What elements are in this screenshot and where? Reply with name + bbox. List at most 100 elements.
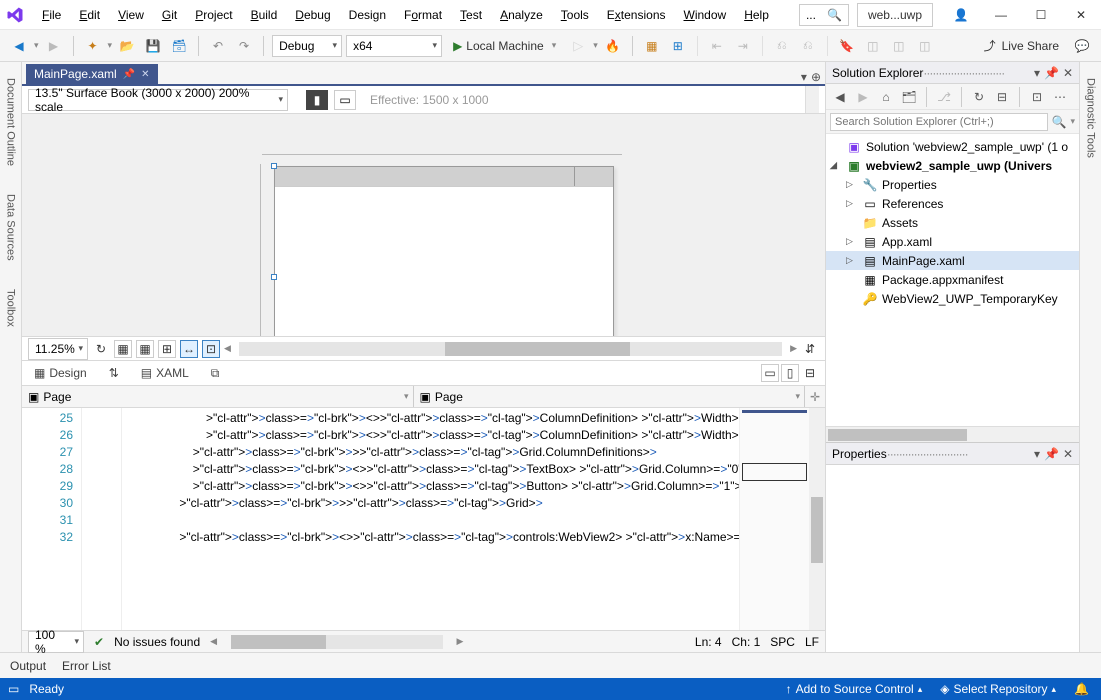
se-collapse-icon[interactable]: ⊟ [992,87,1012,107]
quick-launch-search[interactable]: ... 🔍 [799,4,849,26]
solution-explorer-header[interactable]: Solution Explorer ······················… [826,62,1079,84]
feedback-button[interactable]: 💬 [1071,35,1093,57]
indent-right-button[interactable]: ⇥ [732,35,754,57]
config-combo[interactable]: Debug [272,35,342,57]
comment-button[interactable]: ⎌ [771,35,793,57]
se-more-icon[interactable]: ⋯ [1050,87,1070,107]
menu-help[interactable]: Help [736,4,777,26]
zoom-combo[interactable]: 11.25% [28,338,88,360]
menu-edit[interactable]: Edit [71,4,108,26]
eol-indicator[interactable]: LF [805,635,819,649]
toolbox-button[interactable]: ▦ [641,35,663,57]
save-button[interactable]: 💾 [142,35,164,57]
select-repo-button[interactable]: ◈ Select Repository ▴ [936,682,1060,696]
menu-analyze[interactable]: Analyze [492,4,551,26]
maximize-button[interactable]: ☐ [1021,0,1061,30]
menu-debug[interactable]: Debug [287,4,338,26]
swap-tab[interactable]: ⇅ [103,363,125,383]
nav-back-button[interactable]: ◀ [8,35,30,57]
pin-icon[interactable]: 📌 [1044,447,1059,461]
se-home-icon[interactable]: ⌂ [876,87,896,107]
se-refresh-icon[interactable]: ↻ [969,87,989,107]
solution-tree[interactable]: ▣Solution 'webview2_sample_uwp' (1 o◢▣we… [826,134,1079,426]
minimize-button[interactable]: — [981,0,1021,30]
account-icon[interactable]: 👤 [941,0,981,30]
popout-tab[interactable]: ⧉ [205,363,226,384]
search-icon[interactable]: 🔍 [1048,115,1071,129]
code-nav-left[interactable]: ▣ Page [22,386,414,407]
code-editor[interactable]: 2526272829303132 >"cl-attr">>class>=>"cl… [22,408,825,630]
tab-overflow-button[interactable]: ▾ [801,70,807,84]
se-git-icon[interactable]: ⎇ [934,87,954,107]
uncomment-button[interactable]: ⎌ [797,35,819,57]
diagnostic-tools-tab[interactable]: Diagnostic Tools [1083,72,1099,164]
indent-left-button[interactable]: ⇤ [706,35,728,57]
line-indicator[interactable]: Ln: 4 [695,635,722,649]
nav-fwd-button[interactable]: ▶ [43,35,65,57]
grid2-icon[interactable]: ▦ [136,340,154,358]
tree-assets[interactable]: 📁Assets [826,213,1079,232]
designer-hscroll[interactable] [239,342,782,356]
menu-extensions[interactable]: Extensions [599,4,674,26]
code-hscroll[interactable] [231,635,442,649]
menu-project[interactable]: Project [187,4,240,26]
left-tab-data-sources[interactable]: Data Sources [3,188,19,267]
collapse-icon[interactable]: ⊟ [801,364,819,382]
menu-format[interactable]: Format [396,4,450,26]
menu-test[interactable]: Test [452,4,490,26]
menu-git[interactable]: Git [154,4,185,26]
close-icon[interactable]: ✕ [141,69,149,80]
design-tab[interactable]: ▦ Design [28,363,93,383]
solution-search-input[interactable] [830,113,1048,131]
menu-file[interactable]: File [34,4,69,26]
col-indicator[interactable]: Ch: 1 [732,635,761,649]
xaml-tab[interactable]: ▤ XAML [135,363,195,383]
properties-body[interactable] [826,465,1079,652]
left-tab-toolbox[interactable]: Toolbox [3,283,19,333]
menu-tools[interactable]: Tools [553,4,597,26]
p3-button[interactable]: ◫ [888,35,910,57]
redo-button[interactable]: ↷ [233,35,255,57]
design-surface[interactable] [22,114,825,336]
new-project-button[interactable]: ✦ [82,35,104,57]
bottom-tab-output[interactable]: Output [8,656,48,676]
bottom-tab-error-list[interactable]: Error List [60,656,113,676]
close-icon[interactable]: ✕ [1063,447,1073,461]
menu-build[interactable]: Build [243,4,286,26]
se-back-icon[interactable]: ◀ [830,87,850,107]
code-nav-split-icon[interactable]: ✛ [805,386,825,407]
indent-indicator[interactable]: SPC [770,635,795,649]
save-all-button[interactable]: 🗃 [168,35,190,57]
split-h-icon[interactable]: ▭ [761,364,779,382]
tab-add-button[interactable]: ⊕ [811,70,821,84]
device-combo[interactable]: 13.5" Surface Book (3000 x 2000) 200% sc… [28,89,288,111]
bookmark-button[interactable]: 🔖 [836,35,858,57]
snap-icon[interactable]: ⊞ [158,340,176,358]
p4-button[interactable]: ◫ [914,35,936,57]
code-lines[interactable]: >"cl-attr">>class>=>"cl-brk">><>>"cl-att… [122,408,739,630]
close-icon[interactable]: ✕ [1063,66,1073,80]
refresh-icon[interactable]: ↻ [92,340,110,358]
layout-button[interactable]: ⊞ [667,35,689,57]
tree-references[interactable]: ▷▭References [826,194,1079,213]
start-debug-button[interactable]: ▶ Local Machine ▾ [446,35,563,57]
tree-mainpage-xaml[interactable]: ▷▤MainPage.xaml [826,251,1079,270]
tree-app-xaml[interactable]: ▷▤App.xaml [826,232,1079,251]
platform-combo[interactable]: x64 [346,35,442,57]
notifications-button[interactable]: 🔔 [1070,682,1093,696]
code-zoom-combo[interactable]: 100 % [28,631,84,653]
left-tab-document-outline[interactable]: Document Outline [3,72,19,172]
pin-icon[interactable]: 📌 [123,69,135,80]
issues-label[interactable]: No issues found [114,635,200,649]
live-share-button[interactable]: ⤴ Live Share [976,37,1067,54]
open-file-button[interactable]: 📂 [116,35,138,57]
designer-vscroll[interactable] [805,86,819,113]
hot-reload-button[interactable]: 🔥 [602,35,624,57]
split-v-icon[interactable]: ▯ [781,364,799,382]
pin-icon[interactable]: 📌 [1044,66,1059,80]
solution-hscroll[interactable] [826,426,1079,442]
landscape-button[interactable]: ▭ [334,90,356,110]
sync-views-icon[interactable]: ⇵ [801,340,819,358]
panel-menu-icon[interactable]: ▾ [1034,66,1040,80]
undo-button[interactable]: ↶ [207,35,229,57]
